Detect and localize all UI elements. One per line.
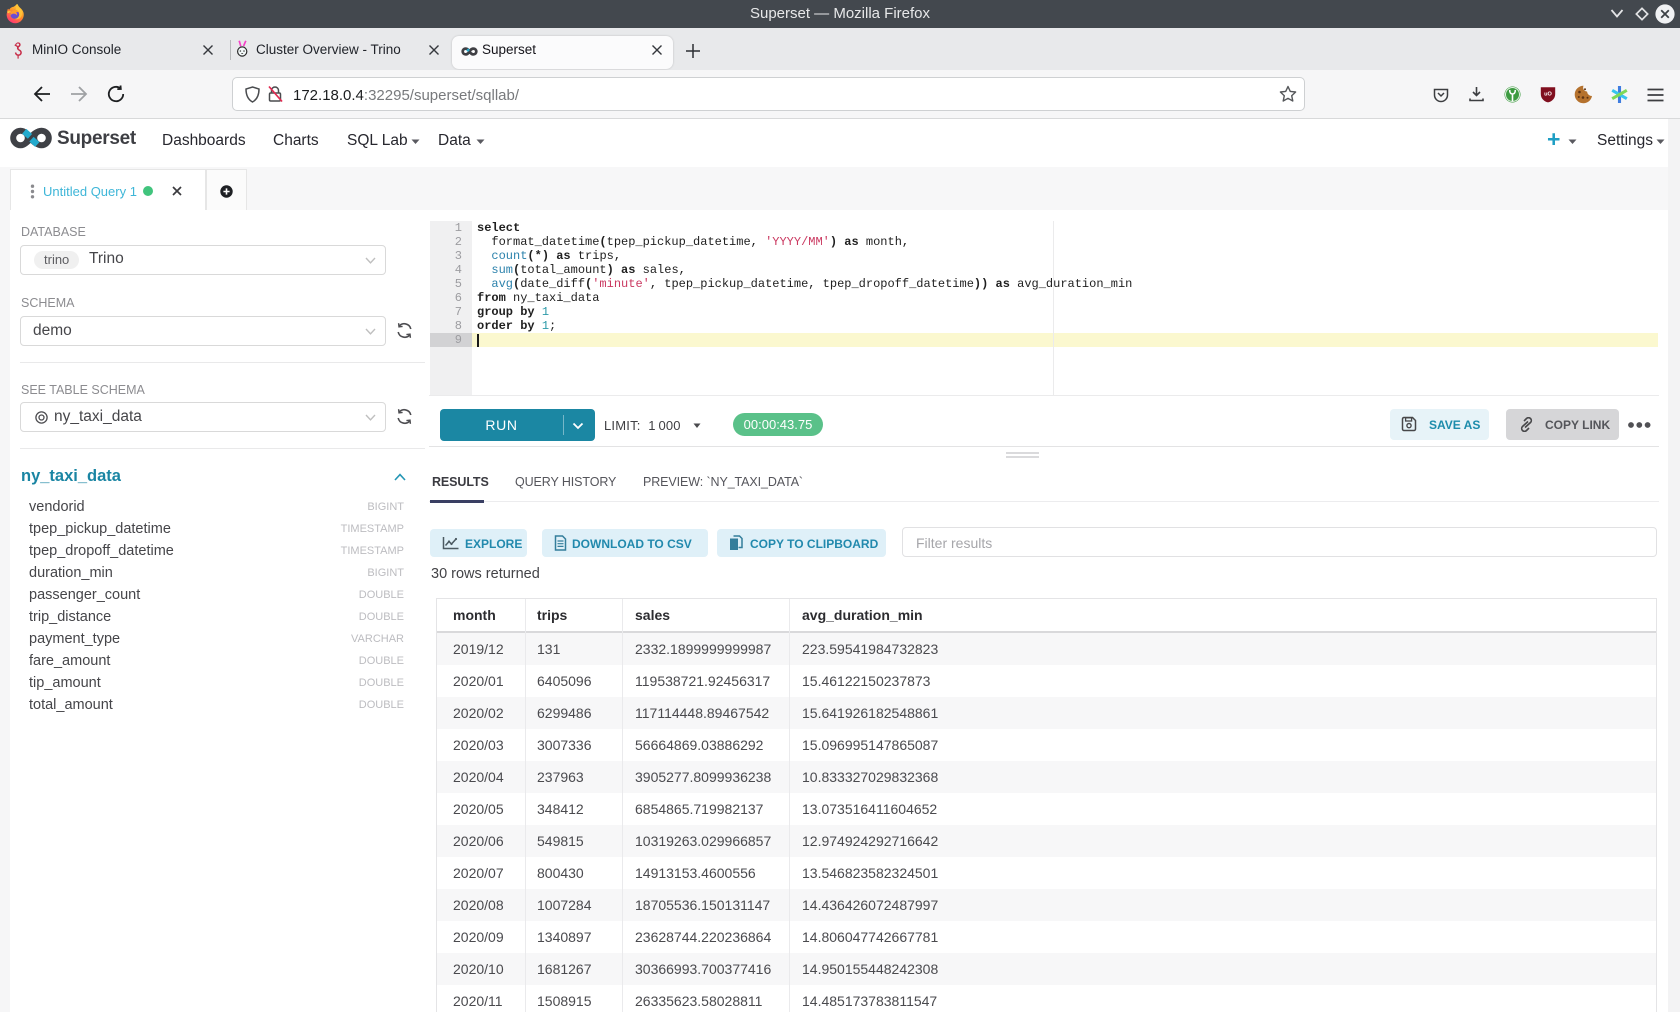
svg-text:uO: uO (1544, 91, 1552, 97)
